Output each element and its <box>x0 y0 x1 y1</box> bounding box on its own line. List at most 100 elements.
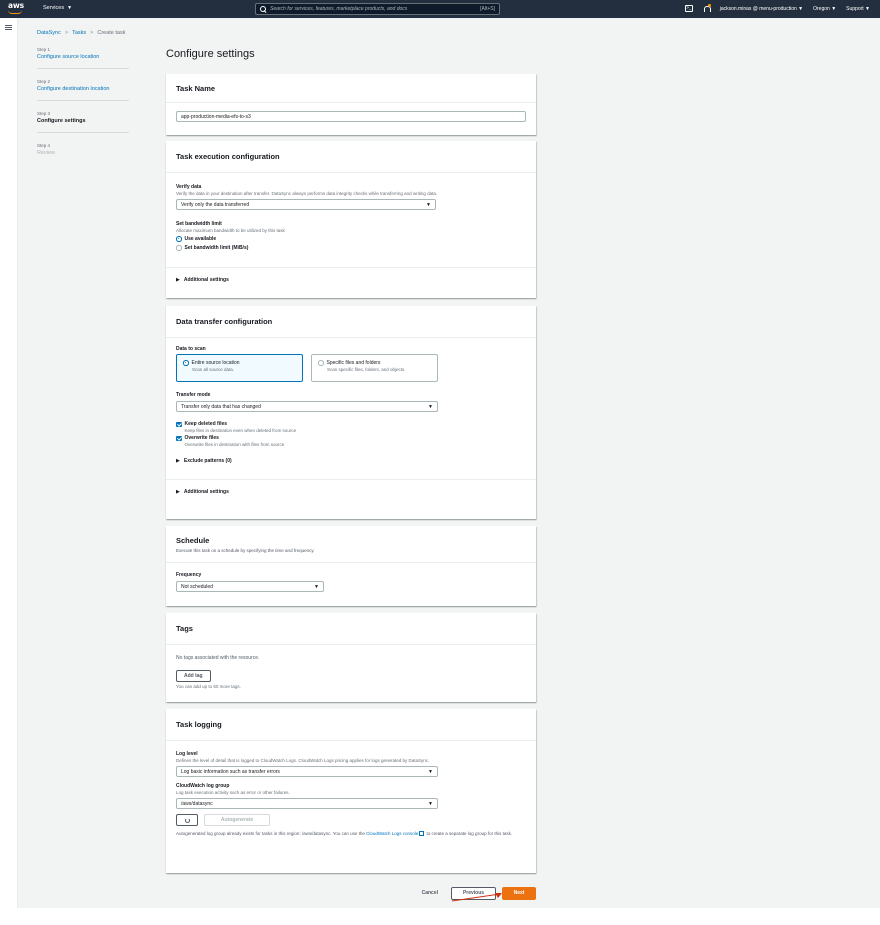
step-link-destination[interactable]: Configure destination location <box>37 86 129 92</box>
section-title: Task logging <box>176 720 222 729</box>
breadcrumb-datasync[interactable]: DataSync <box>37 30 61 36</box>
tile-entire-source[interactable]: Entire source location Scan all source d… <box>176 354 303 382</box>
step-number: Step 4 <box>37 143 51 148</box>
step-current-settings: Configure settings <box>37 118 86 124</box>
search-placeholder: Search for services, features, marketpla… <box>270 6 408 12</box>
step-3: Step 3 Configure settings <box>37 111 129 133</box>
checkbox-checked-icon <box>176 421 182 427</box>
aws-logo-text: aws <box>8 1 24 10</box>
add-tag-button[interactable]: Add tag <box>176 670 211 682</box>
caret-down-icon: ▼ <box>831 5 837 12</box>
breadcrumb-tasks[interactable]: Tasks <box>72 30 86 36</box>
top-navigation: aws Services ▼ Search for services, feat… <box>0 0 880 18</box>
support-menu[interactable]: Support ▼ <box>846 6 870 12</box>
section-title: Data transfer configuration <box>176 317 273 326</box>
task-logging-card: Task logging Log level Defines the level… <box>166 709 536 873</box>
radio-set-bandwidth-limit[interactable]: Set bandwidth limit (MiB/s) <box>176 245 526 251</box>
autogenerate-button[interactable]: Autogenerate <box>204 814 270 826</box>
caret-down-icon: ▼ <box>865 5 870 12</box>
step-review: Review <box>37 150 56 156</box>
expander-label: Exclude patterns (0) <box>183 458 232 464</box>
bandwidth-label: Set bandwidth limit <box>176 221 222 227</box>
task-name-card: Task Name app-production-media-efs-to-s3 <box>166 74 536 135</box>
section-title: Tags <box>176 624 193 633</box>
caret-down-icon: ▼ <box>798 5 804 12</box>
caret-down-icon: ▼ <box>426 201 431 208</box>
data-to-scan-label: Data to scan <box>176 346 206 352</box>
transfer-mode-select[interactable]: Transfer only data that has changed ▼ <box>176 401 438 412</box>
step-link-source[interactable]: Configure source location <box>37 54 129 60</box>
cloudwatch-logs-console-link[interactable]: CloudWatch Logs console <box>366 831 418 836</box>
step-number: Step 1 <box>37 47 51 52</box>
page-title: Configure settings <box>166 48 255 60</box>
tile-title: Specific files and folders <box>326 360 381 366</box>
frequency-select[interactable]: Not scheduled ▼ <box>176 581 324 592</box>
chevron-right-icon: > <box>64 30 69 36</box>
step-number: Step 3 <box>37 111 51 116</box>
additional-settings-expander[interactable]: ▶ Additional settings <box>166 268 536 292</box>
search-input[interactable]: Search for services, features, marketpla… <box>255 3 500 15</box>
checkbox-desc: Overwrite files in destination with file… <box>184 442 285 447</box>
radio-use-available[interactable]: Use available <box>176 236 526 242</box>
schedule-card: Schedule Execute this task on a schedule… <box>166 526 536 606</box>
notification-bell-icon[interactable] <box>703 4 711 12</box>
verify-data-select[interactable]: Verify only the data transferred ▼ <box>176 199 436 210</box>
step-number: Step 2 <box>37 79 51 84</box>
step-1: Step 1 Configure source location <box>37 47 129 69</box>
search-icon <box>260 6 266 12</box>
page-bottom <box>0 908 880 925</box>
breadcrumb-current: Create task <box>97 30 126 36</box>
refresh-button[interactable] <box>176 814 198 826</box>
log-group-select[interactable]: /aws/datasync ▼ <box>176 798 438 809</box>
select-value: Log basic information such as transfer e… <box>181 768 280 775</box>
caret-right-icon: ▶ <box>176 458 180 464</box>
task-name-input[interactable]: app-production-media-efs-to-s3 <box>176 111 526 122</box>
region-menu[interactable]: Oregon ▼ <box>813 6 836 12</box>
expander-label: Additional settings <box>183 277 229 283</box>
checkbox-checked-icon <box>176 435 182 441</box>
caret-down-icon: ▼ <box>67 5 73 11</box>
checkbox-keep-deleted[interactable]: Keep deleted files Keep files in destinat… <box>176 421 526 433</box>
chevron-right-icon: > <box>90 30 94 36</box>
select-value: Verify only the data transferred <box>181 201 250 208</box>
log-level-label: Log level <box>176 751 198 757</box>
exclude-patterns-expander[interactable]: ▶ Exclude patterns (0) <box>176 458 526 464</box>
radio-label: Use available <box>184 236 217 242</box>
services-label: Services <box>43 5 65 11</box>
next-button[interactable]: Next <box>502 886 536 900</box>
side-rail <box>0 18 18 908</box>
expander-label: Additional settings <box>183 489 229 495</box>
aws-logo[interactable]: aws <box>6 1 26 16</box>
radio-unselected-icon <box>176 245 182 251</box>
search-shortcut: [Alt+S] <box>480 6 495 12</box>
menu-hamburger-icon[interactable] <box>5 25 12 30</box>
caret-down-icon: ▼ <box>428 800 433 807</box>
tile-title: Entire source location <box>191 360 240 366</box>
caret-right-icon: ▶ <box>176 489 180 495</box>
tile-specific-files[interactable]: Specific files and folders Scan specific… <box>311 354 438 382</box>
verify-data-desc: Verify the data in your destination afte… <box>176 191 438 196</box>
aws-smile-icon <box>8 10 22 14</box>
note-text: Autogenerated log group already exists f… <box>176 831 365 836</box>
transfer-mode-label: Transfer mode <box>176 392 211 398</box>
additional-settings-expander[interactable]: ▶ Additional settings <box>166 480 536 504</box>
radio-unselected-icon <box>318 360 324 366</box>
step-2: Step 2 Configure destination location <box>37 79 129 101</box>
checkbox-label: Overwrite files <box>184 435 219 441</box>
checkbox-overwrite[interactable]: Overwrite files Overwrite files in destin… <box>176 435 526 447</box>
log-level-select[interactable]: Log basic information such as transfer e… <box>176 766 438 777</box>
select-value: Transfer only data that has changed <box>181 403 261 410</box>
services-menu[interactable]: Services ▼ <box>43 5 72 11</box>
checkbox-label: Keep deleted files <box>184 421 228 427</box>
no-tags-text: No tags associated with the resource. <box>176 655 260 661</box>
account-menu[interactable]: jackson.minas @ menu-production ▼ <box>720 6 803 12</box>
tile-desc: Scan all source data. <box>192 367 235 372</box>
radio-selected-icon <box>176 236 182 242</box>
radio-label: Set bandwidth limit (MiB/s) <box>184 245 249 251</box>
cloudshell-icon[interactable] <box>684 5 693 12</box>
cancel-button[interactable]: Cancel <box>415 887 445 899</box>
task-execution-card: Task execution configuration Verify data… <box>166 141 536 298</box>
breadcrumb: DataSync > Tasks > Create task <box>37 30 125 36</box>
external-link-icon <box>419 831 425 836</box>
tags-card: Tags No tags associated with the resourc… <box>166 613 536 702</box>
